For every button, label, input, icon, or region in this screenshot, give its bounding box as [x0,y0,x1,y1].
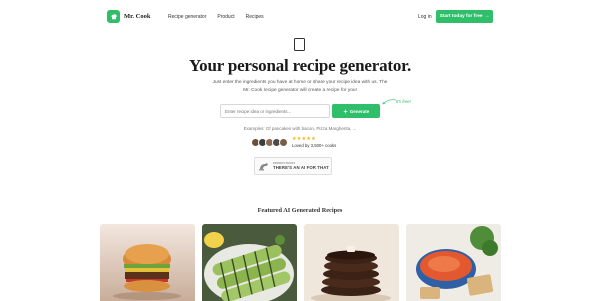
chef-hat-icon [107,10,120,23]
user-avatars [251,138,288,147]
robot-arm-icon [259,163,268,171]
hero-subtitle: Just enter the ingredients you have at h… [212,80,388,93]
brand-logo[interactable]: Mr. Cook [107,10,150,23]
pancakes-image [304,224,399,301]
brand-name: Mr. Cook [124,13,151,20]
badge-title: THERE'S AN AI FOR THAT [273,165,329,170]
star-rating-icon: ★★★★★ [292,136,316,142]
avatar [279,138,288,147]
featured-heading: Featured AI Generated Recipes [257,207,343,214]
phone-icon [294,38,305,51]
start-free-label: Start today for free [439,14,483,19]
arrow-right-icon: → [484,14,490,19]
recipe-search-form: Generate [220,104,380,118]
free-note: It's free! [396,99,411,104]
nav-link-product[interactable]: Product [217,14,234,20]
recipe-card-chocolate-pancakes[interactable] [304,224,399,301]
generate-button[interactable]: Generate [332,104,380,118]
nav-link-recipes[interactable]: Recipes [246,14,264,20]
login-link[interactable]: Log in [418,14,432,20]
hero-title: Your personal recipe generator. [188,56,411,75]
nav-link-recipe-generator[interactable]: Recipe generator [168,14,206,20]
start-free-button[interactable]: Start today for free → [436,10,493,23]
zucchini-image [202,224,297,301]
social-proof: ★★★★★ Loved by 3,500+ cooks [251,137,336,148]
recipe-card-tomato-dip[interactable] [406,224,501,301]
recipe-idea-input[interactable] [220,104,330,118]
sparkle-icon [342,108,348,114]
burger-image [100,224,195,301]
generate-label: Generate [349,108,370,114]
recipe-card-burger[interactable] [100,224,195,301]
loved-by-text: Loved by 3,500+ cooks [292,143,337,148]
tomato-dip-image [406,224,501,301]
examples-text: Examples: Gf pancakes with bacon, Pizza … [243,126,357,131]
curved-arrow-icon [382,99,397,105]
ai-for-that-badge[interactable]: PRODUCTHUNT THERE'S AN AI FOR THAT [254,157,332,175]
top-navbar: Mr. Cook Recipe generator Product Recipe… [0,0,600,34]
nav-links: Recipe generator Product Recipes [168,14,264,20]
recipe-card-grilled-zucchini[interactable] [202,224,297,301]
